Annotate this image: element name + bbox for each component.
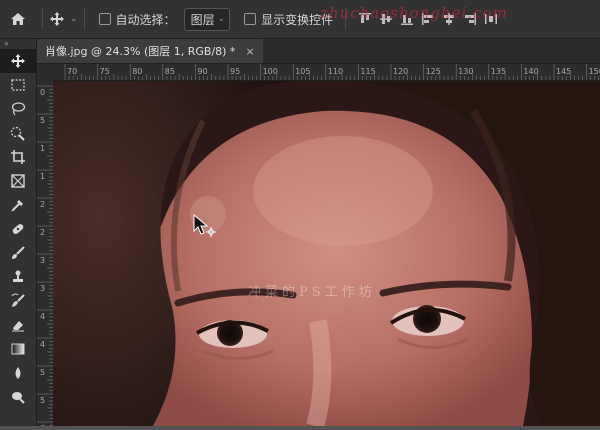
- ruler-label: 1: [40, 144, 45, 153]
- ruler-label: 150: [589, 67, 600, 76]
- checkbox-icon: [98, 13, 111, 25]
- ruler-label: 75: [100, 67, 110, 76]
- frame-tool[interactable]: [0, 169, 36, 193]
- separator: [83, 8, 85, 30]
- ruler-label: 5: [40, 368, 45, 377]
- eyedropper-icon: [11, 200, 23, 212]
- lasso-tool[interactable]: [0, 97, 36, 121]
- ruler-label: 5: [40, 116, 45, 125]
- chevron-down-icon: ⌄: [217, 14, 226, 24]
- portrait-photo: [53, 81, 600, 426]
- frame-icon: [11, 174, 25, 188]
- eraser-tool[interactable]: [0, 313, 36, 337]
- marquee-icon: [11, 79, 25, 91]
- dodge-tool[interactable]: [0, 385, 36, 409]
- options-bar: ⌄ 自动选择： 图层 ⌄ 显示变换控件: [0, 0, 600, 39]
- blur-tool[interactable]: [0, 361, 36, 385]
- horizontal-ruler[interactable]: 70 75 80 85 90 95 100 105 110 115 120 125 130 135 140 1…: [53, 64, 600, 81]
- home-icon: [11, 13, 25, 25]
- ruler-label: 145: [556, 67, 571, 76]
- eraser-icon: [12, 321, 24, 332]
- auto-select-dropdown[interactable]: 图层 ⌄: [183, 7, 231, 31]
- brush-icon: [12, 246, 25, 259]
- blur-icon: [15, 367, 21, 379]
- auto-select-checkbox[interactable]: 自动选择：: [98, 11, 176, 28]
- ruler-label: 0: [40, 88, 45, 97]
- ruler-label: 90: [197, 67, 207, 76]
- ruler-label: 3: [40, 284, 45, 293]
- ruler-label: 70: [67, 67, 77, 76]
- quick-select-tool[interactable]: [0, 121, 36, 145]
- home-button[interactable]: [0, 11, 36, 27]
- healing-brush-icon: [12, 224, 24, 234]
- ruler-label: 2: [40, 228, 45, 237]
- move-tool[interactable]: [0, 49, 36, 73]
- ruler-label: 135: [491, 67, 506, 76]
- lasso-icon: [11, 102, 26, 116]
- tool-preset-picker[interactable]: ⌄: [49, 11, 78, 27]
- history-brush-tool[interactable]: [0, 289, 36, 313]
- ruler-label: 4: [40, 312, 45, 321]
- crop-tool[interactable]: [0, 145, 36, 169]
- ruler-label: 5: [40, 396, 45, 405]
- toolbar: »: [0, 39, 37, 426]
- document-tab[interactable]: 肖像.jpg @ 24.3% (图层 1, RGB/8) * ×: [37, 39, 263, 63]
- auto-select-value: 图层: [190, 12, 215, 27]
- ruler-label: 100: [263, 67, 278, 76]
- brush-tool[interactable]: [0, 241, 36, 265]
- move-icon: [11, 54, 25, 68]
- checkbox-icon: [244, 13, 257, 25]
- ruler-label: 80: [132, 67, 142, 76]
- eyedropper-tool[interactable]: [0, 193, 36, 217]
- gradient-icon: [11, 343, 25, 355]
- close-icon[interactable]: ×: [245, 45, 254, 58]
- document-canvas[interactable]: 冲菜的PS工作坊: [53, 81, 600, 426]
- clone-stamp-icon: [13, 270, 23, 282]
- ruler-label: 105: [295, 67, 310, 76]
- history-brush-icon: [11, 293, 25, 307]
- healing-brush-tool[interactable]: [0, 217, 36, 241]
- dodge-icon: [12, 392, 25, 404]
- ruler-label: 1: [40, 172, 45, 181]
- ruler-label: 140: [523, 67, 538, 76]
- cursor-arrow-icon: [193, 214, 216, 237]
- vertical-ruler-ticks: 0511223344556: [37, 85, 53, 430]
- move-icon: [50, 12, 64, 26]
- auto-select-label: 自动选择：: [115, 12, 176, 27]
- quick-select-icon: [10, 126, 25, 141]
- ruler-label: 125: [426, 67, 441, 76]
- separator: [42, 8, 43, 30]
- gradient-tool[interactable]: [0, 337, 36, 361]
- ruler-label: 95: [230, 67, 240, 76]
- marquee-tool[interactable]: [0, 73, 36, 97]
- crop-icon: [11, 150, 25, 164]
- ruler-label: 85: [165, 67, 175, 76]
- document-tab-title: 肖像.jpg @ 24.3% (图层 1, RGB/8) *: [45, 45, 236, 58]
- ruler-label: 115: [360, 67, 375, 76]
- ruler-origin[interactable]: [37, 64, 53, 80]
- collapse-toolbar-icon[interactable]: »: [0, 39, 36, 49]
- ruler-label: 110: [328, 67, 343, 76]
- chevron-down-icon: ⌄: [70, 14, 78, 24]
- ruler-label: 2: [40, 200, 45, 209]
- ruler-label: 4: [40, 340, 45, 349]
- ruler-label: 120: [393, 67, 408, 76]
- ruler-label: 3: [40, 256, 45, 265]
- ruler-label: 130: [458, 67, 473, 76]
- watermark-center: 冲菜的PS工作坊: [248, 285, 376, 300]
- watermark-top: zhuchaoshonghei.com: [320, 4, 508, 22]
- clone-stamp-tool[interactable]: [0, 265, 36, 289]
- vertical-ruler[interactable]: 0511223344556: [37, 80, 54, 430]
- document-tab-bar: 肖像.jpg @ 24.3% (图层 1, RGB/8) * ×: [37, 39, 600, 64]
- horizontal-ruler-ticks: 70 75 80 85 90 95 100 105 110 115 120 125 130 135 140 1…: [64, 64, 600, 80]
